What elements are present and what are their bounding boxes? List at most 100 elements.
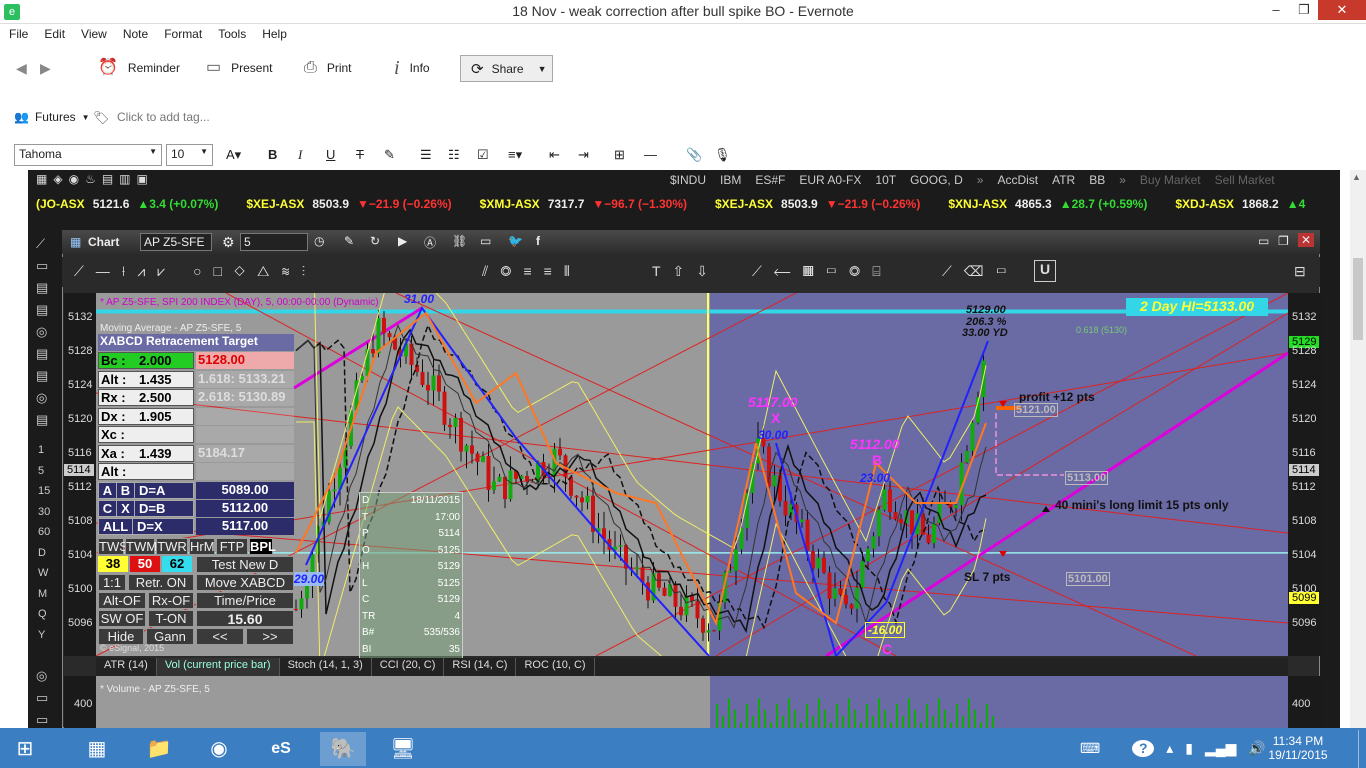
interval-button[interactable]: Y xyxy=(38,629,45,641)
restore-chart-icon[interactable]: ❐ xyxy=(1278,234,1289,248)
xabcd-mode-button[interactable]: FTP xyxy=(216,538,248,555)
text-tools-icon[interactable]: T⇧⇩ xyxy=(652,263,720,280)
sell-market-button[interactable]: Sell Market xyxy=(1215,173,1275,187)
symbol-eur[interactable]: EUR A0-FX xyxy=(799,173,861,187)
close-chart-icon[interactable]: ✕ xyxy=(1298,233,1315,247)
xabcd-point-row[interactable]: A B D=A xyxy=(98,482,194,499)
checkbox-icon[interactable]: ☑ xyxy=(477,147,489,163)
reminder-button[interactable]: ⏰ Reminder xyxy=(98,58,180,78)
xabcd-mode-button[interactable]: TWM xyxy=(125,538,157,555)
firefox-icon[interactable]: ◉ xyxy=(196,732,242,766)
xabcd-ton-button[interactable]: T-ON xyxy=(148,610,194,627)
side-tool-icon[interactable]: ▭ xyxy=(36,712,48,728)
xabcd-timeprice-button[interactable]: Time/Price xyxy=(196,592,294,609)
grid-icon[interactable]: ▦ xyxy=(36,172,47,190)
back-icon[interactable]: ◀ xyxy=(16,60,27,77)
xabcd-rxof-button[interactable]: Rx-OF xyxy=(148,592,194,609)
underline-icon[interactable]: U xyxy=(326,147,335,162)
side-tool-icon[interactable]: ▭ xyxy=(36,690,48,706)
strikethrough-icon[interactable]: T xyxy=(356,147,364,162)
indicator-tab[interactable]: CCI (20, C) xyxy=(372,658,445,676)
attachment-icon[interactable]: 📎 xyxy=(686,147,702,163)
interval-button[interactable]: 1 xyxy=(38,444,44,456)
bullet-list-icon[interactable]: ☰ xyxy=(420,147,432,163)
symbol-input[interactable]: AP Z5-SFE xyxy=(140,233,212,251)
side-tool-icon[interactable]: ◎ xyxy=(36,324,47,340)
link-icon[interactable]: ⛓ xyxy=(452,234,467,248)
notebook-selector[interactable]: 👥 Futures ▼ xyxy=(14,110,90,124)
symbol-indu[interactable]: $INDU xyxy=(670,173,706,187)
side-tool-icon[interactable]: ▤ xyxy=(36,368,48,384)
xabcd-cell[interactable]: ALL xyxy=(99,519,133,534)
xabcd-retr-button[interactable]: Retr. ON xyxy=(128,574,194,591)
xabcd-cell[interactable]: D=B xyxy=(135,501,165,516)
buy-market-button[interactable]: Buy Market xyxy=(1140,173,1201,187)
align-icon[interactable]: ≡▾ xyxy=(508,147,522,163)
file-explorer-icon[interactable]: 📁 xyxy=(136,732,182,766)
forward-icon[interactable]: ▶ xyxy=(40,60,51,77)
menu-format[interactable]: Format xyxy=(155,24,209,41)
xabcd-point-row[interactable]: C X D=B xyxy=(98,500,194,517)
indent-icon[interactable]: ⇥ xyxy=(578,147,589,163)
xabcd-mode-button[interactable]: TWS xyxy=(98,538,128,555)
interval-button[interactable]: 5 xyxy=(38,465,44,477)
study-bb[interactable]: BB xyxy=(1089,173,1105,187)
chevron-up-icon[interactable]: ▴ xyxy=(1166,740,1173,757)
interval-button[interactable]: 15 xyxy=(38,485,50,497)
eraser-icon[interactable]: ⟋⌫▭ xyxy=(942,263,1019,280)
xabcd-val-button[interactable]: 15.60 xyxy=(196,610,294,627)
esignal-app-icon[interactable]: eS xyxy=(258,732,304,766)
xabcd-cell[interactable]: C xyxy=(99,501,117,516)
ticker-item[interactable]: $XDJ-ASX 1868.2 ▲4 xyxy=(1175,197,1305,211)
fib-ratio-button[interactable]: 38 xyxy=(98,556,128,572)
play-icon[interactable]: ▶ xyxy=(398,234,407,248)
interval-input[interactable]: 5 xyxy=(240,233,308,251)
ticker-item[interactable]: $XMJ-ASX 7317.7 ▼−96.7 (−1.30%) xyxy=(480,197,687,211)
control-panel-icon[interactable]: ▦ xyxy=(74,732,120,766)
indicator-tab[interactable]: ROC (10, C) xyxy=(516,658,595,676)
restore-button[interactable]: ❐ xyxy=(1290,0,1318,20)
xabcd-ratio-button[interactable]: 1:1 xyxy=(98,574,126,591)
interval-button[interactable]: D xyxy=(38,547,46,559)
tag-input[interactable]: Click to add tag... xyxy=(117,110,210,124)
clock-icon[interactable]: ◷ xyxy=(314,234,324,248)
italic-icon[interactable]: I xyxy=(298,147,302,163)
volume-icon[interactable]: 🔊 xyxy=(1248,740,1265,757)
xabcd-cell[interactable]: A xyxy=(99,483,117,498)
numbered-list-icon[interactable]: ☷ xyxy=(448,147,460,163)
menu-edit[interactable]: Edit xyxy=(35,24,72,41)
audio-icon[interactable]: 🎙 xyxy=(714,147,731,163)
calendar-icon[interactable]: ▣ xyxy=(137,172,148,190)
evernote-app-icon[interactable]: 🐘 xyxy=(320,732,366,766)
xabcd-prev-button[interactable]: << xyxy=(196,628,244,645)
interval-button[interactable]: W xyxy=(38,567,48,579)
indicator-tab[interactable]: Vol (current price bar) xyxy=(156,658,280,676)
minimize-button[interactable]: – xyxy=(1262,0,1290,20)
menu-tools[interactable]: Tools xyxy=(209,24,253,41)
scroll-up-icon[interactable]: ▲ xyxy=(1352,172,1361,182)
more-icon[interactable]: » xyxy=(977,173,984,187)
xabcd-mode-button[interactable]: BPL xyxy=(249,538,276,555)
side-tool-icon[interactable]: ▭ xyxy=(36,258,48,274)
ticker-item[interactable]: $XNJ-ASX 4865.3 ▲28.7 (+0.59%) xyxy=(948,197,1147,211)
indicator-tab[interactable]: Stoch (14, 1, 3) xyxy=(280,658,372,676)
study-atr[interactable]: ATR xyxy=(1052,173,1075,187)
xabcd-point-row[interactable]: ALL D=X xyxy=(98,518,194,535)
settings-icon[interactable]: ⚙ xyxy=(222,234,235,251)
comment-icon[interactable]: ▭ xyxy=(480,234,491,248)
indicator-tab[interactable]: RSI (14, C) xyxy=(444,658,517,676)
side-tool-icon[interactable]: ▤ xyxy=(36,280,48,296)
ticker-item[interactable]: $XEJ-ASX 8503.9 ▼−21.9 (−0.26%) xyxy=(715,197,920,211)
interval-button[interactable]: Q xyxy=(38,608,47,620)
scrollbar[interactable] xyxy=(1350,170,1366,728)
symbol-10t[interactable]: 10T xyxy=(875,173,896,187)
interval-button[interactable]: 30 xyxy=(38,506,50,518)
horizontal-rule-icon[interactable]: — xyxy=(644,147,657,162)
minimize-chart-icon[interactable]: ▭ xyxy=(1258,234,1269,248)
menu-file[interactable]: File xyxy=(0,24,35,41)
magnet-icon[interactable]: U xyxy=(1034,260,1056,282)
font-select[interactable]: Tahoma ▼ xyxy=(14,144,162,166)
side-tool-icon[interactable]: ◎ xyxy=(36,668,47,684)
outdent-icon[interactable]: ⇤ xyxy=(549,147,560,163)
remote-desktop-icon[interactable]: 🖥 xyxy=(380,732,426,766)
